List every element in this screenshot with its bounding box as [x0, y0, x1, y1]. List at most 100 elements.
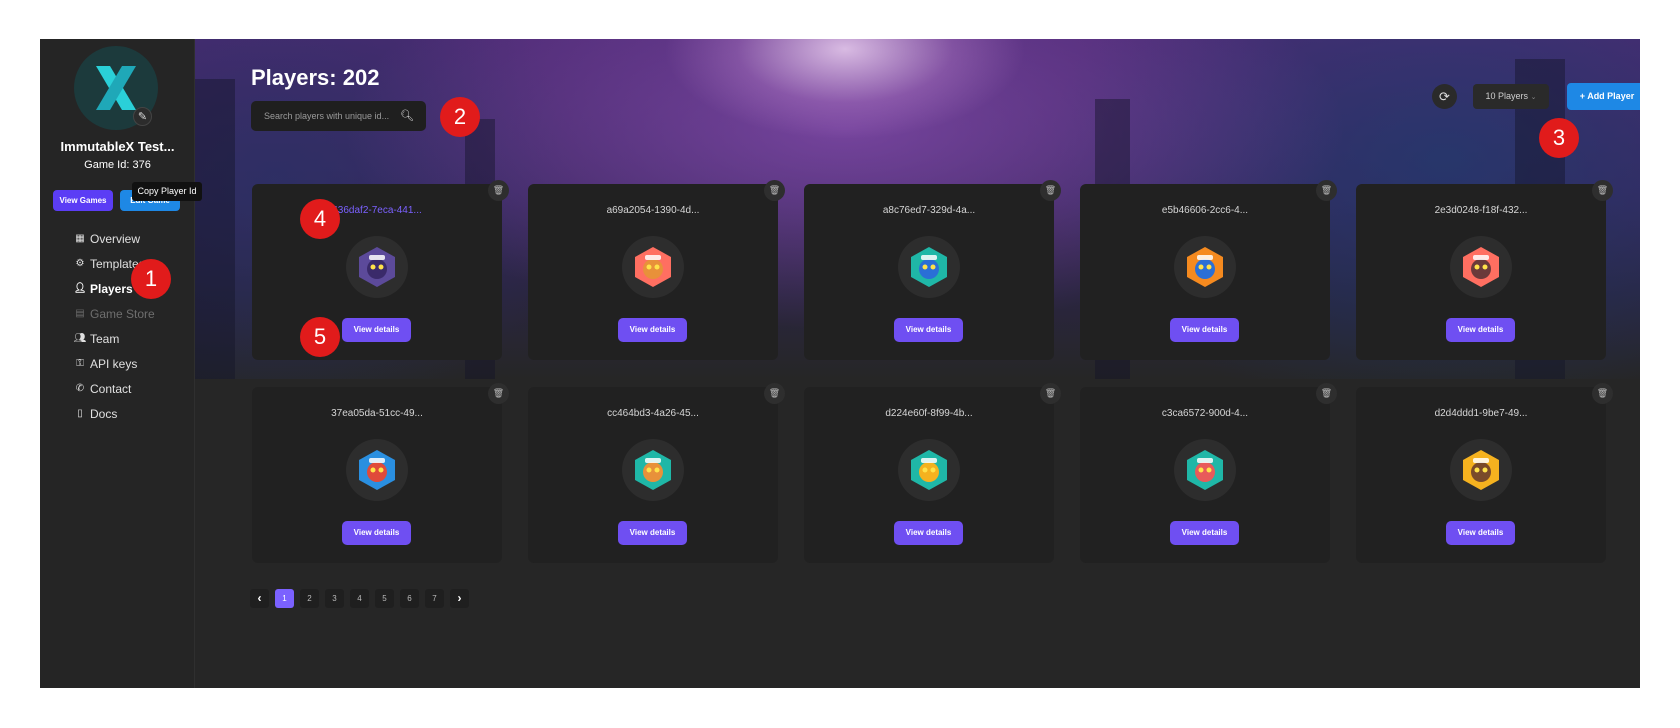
player-avatar-icon: [911, 450, 947, 490]
player-card: e5b46606-2cc6-4... 🗑︎ View details: [1080, 180, 1337, 360]
annotation-marker-3: 3: [1539, 118, 1579, 158]
player-card: a69a2054-1390-4d... 🗑︎ View details: [528, 180, 785, 360]
player-id-copy-link[interactable]: a8c76ed7-329d-4a...: [804, 205, 1054, 216]
player-id-copy-link[interactable]: 436daf2-7eca-441...: [252, 205, 502, 216]
trash-icon[interactable]: 🗑︎: [488, 383, 509, 404]
view-details-button[interactable]: View details: [1170, 521, 1239, 545]
view-games-button[interactable]: View Games: [53, 190, 113, 211]
players-per-page-select[interactable]: 10 Players ⌄: [1473, 84, 1549, 109]
game-name: ImmutableX Test...: [60, 139, 175, 154]
page-7[interactable]: 7: [425, 589, 444, 608]
view-details-button[interactable]: View details: [618, 318, 687, 342]
edit-logo-icon[interactable]: ✎: [133, 107, 152, 126]
page-6[interactable]: 6: [400, 589, 419, 608]
player-avatar-icon: [635, 247, 671, 287]
templates-icon: ⚙: [75, 258, 85, 269]
sidebar: ✎ ImmutableX Test... Game Id: 376 View G…: [40, 39, 195, 688]
player-avatar: [346, 439, 408, 501]
search-icon[interactable]: 🔍︎: [400, 101, 414, 131]
sidebar-item-label: Contact: [90, 381, 132, 396]
player-avatar-icon: [911, 247, 947, 287]
player-avatar-icon: [1187, 450, 1223, 490]
prev-page-icon[interactable]: ‹: [250, 589, 269, 608]
view-details-button[interactable]: View details: [1170, 318, 1239, 342]
player-id-copy-link[interactable]: cc464bd3-4a26-45...: [528, 408, 778, 419]
player-id-copy-link[interactable]: c3ca6572-900d-4...: [1080, 408, 1330, 419]
view-details-button[interactable]: View details: [618, 521, 687, 545]
search-placeholder: Search players with unique id...: [264, 111, 390, 121]
player-id-copy-link[interactable]: 2e3d0248-f18f-432...: [1356, 205, 1606, 216]
view-details-button[interactable]: View details: [1446, 318, 1515, 342]
player-avatar-icon: [1463, 247, 1499, 287]
players-page: Players: 202 Search players with unique …: [195, 39, 1640, 688]
page-5[interactable]: 5: [375, 589, 394, 608]
sidebar-item-game-store[interactable]: ▤ Game Store: [73, 301, 155, 326]
annotation-marker-1: 1: [131, 259, 171, 299]
player-id-copy-link[interactable]: a69a2054-1390-4d...: [528, 205, 778, 216]
player-id-copy-link[interactable]: d224e60f-8f99-4b...: [804, 408, 1054, 419]
annotation-marker-5: 5: [300, 317, 340, 357]
player-id-copy-link[interactable]: 37ea05da-51cc-49...: [252, 408, 502, 419]
player-id-copy-link[interactable]: e5b46606-2cc6-4...: [1080, 205, 1330, 216]
add-player-button[interactable]: + Add Player: [1567, 83, 1640, 110]
copy-player-id-tooltip: Copy Player Id: [132, 182, 202, 201]
page-4[interactable]: 4: [350, 589, 369, 608]
player-avatar-icon: [359, 450, 395, 490]
sidebar-item-docs[interactable]: ▯ Docs: [73, 401, 155, 426]
view-details-button[interactable]: View details: [342, 521, 411, 545]
team-icon: 👥︎: [73, 333, 87, 344]
player-avatar: [1174, 439, 1236, 501]
key-icon: ⚿: [76, 358, 84, 369]
trash-icon[interactable]: 🗑︎: [1316, 383, 1337, 404]
sidebar-item-label: API keys: [90, 356, 138, 371]
player-card: a8c76ed7-329d-4a... 🗑︎ View details: [804, 180, 1061, 360]
annotation-marker-2: 2: [440, 97, 480, 137]
sidebar-item-contact[interactable]: ✆ Contact: [73, 376, 155, 401]
view-details-button[interactable]: View details: [342, 318, 411, 342]
player-id-copy-link[interactable]: d2d4ddd1-9be7-49...: [1356, 408, 1606, 419]
document-icon: ▯: [77, 408, 83, 419]
player-card: d224e60f-8f99-4b... 🗑︎ View details: [804, 383, 1061, 563]
sidebar-item-team[interactable]: 👥︎ Team: [73, 326, 155, 351]
page-1[interactable]: 1: [275, 589, 294, 608]
player-avatar: [1174, 236, 1236, 298]
app-window: ✎ ImmutableX Test... Game Id: 376 View G…: [40, 39, 1640, 688]
player-avatar-icon: [1187, 247, 1223, 287]
page-2[interactable]: 2: [300, 589, 319, 608]
trash-icon[interactable]: 🗑︎: [1040, 383, 1061, 404]
player-avatar: [622, 439, 684, 501]
search-input[interactable]: Search players with unique id... 🔍︎: [251, 101, 426, 131]
sidebar-item-label: Team: [90, 331, 120, 346]
sidebar-item-label: Players: [90, 281, 133, 296]
sidebar-item-label: Game Store: [90, 306, 155, 321]
refresh-icon[interactable]: ⟳: [1432, 84, 1457, 109]
sidebar-item-api-keys[interactable]: ⚿ API keys: [73, 351, 155, 376]
sidebar-item-overview[interactable]: ▦ Overview: [73, 226, 155, 251]
player-avatar: [898, 439, 960, 501]
trash-icon[interactable]: 🗑︎: [488, 180, 509, 201]
player-avatar: [622, 236, 684, 298]
trash-icon[interactable]: 🗑︎: [764, 383, 785, 404]
next-page-icon[interactable]: ›: [450, 589, 469, 608]
trash-icon[interactable]: 🗑︎: [1592, 180, 1613, 201]
trash-icon[interactable]: 🗑︎: [1316, 180, 1337, 201]
view-details-button[interactable]: View details: [1446, 521, 1515, 545]
page-3[interactable]: 3: [325, 589, 344, 608]
dashboard-icon: ▦: [75, 233, 85, 244]
per-page-value: 10 Players: [1485, 91, 1529, 101]
player-card: d2d4ddd1-9be7-49... 🗑︎ View details: [1356, 383, 1613, 563]
pagination: ‹ 1 2 3 4 5 6 7 ›: [250, 589, 475, 608]
annotation-marker-4: 4: [300, 199, 340, 239]
trash-icon[interactable]: 🗑︎: [1040, 180, 1061, 201]
page-title: Players: 202: [251, 65, 380, 90]
sidebar-item-label: Docs: [90, 406, 118, 421]
trash-icon[interactable]: 🗑︎: [764, 180, 785, 201]
user-icon: 👤︎: [73, 283, 87, 294]
trash-icon[interactable]: 🗑︎: [1592, 383, 1613, 404]
game-id: Game Id: 376: [84, 159, 151, 171]
player-avatar-icon: [359, 247, 395, 287]
view-details-button[interactable]: View details: [894, 521, 963, 545]
player-avatar-icon: [1463, 450, 1499, 490]
view-details-button[interactable]: View details: [894, 318, 963, 342]
player-avatar: [346, 236, 408, 298]
